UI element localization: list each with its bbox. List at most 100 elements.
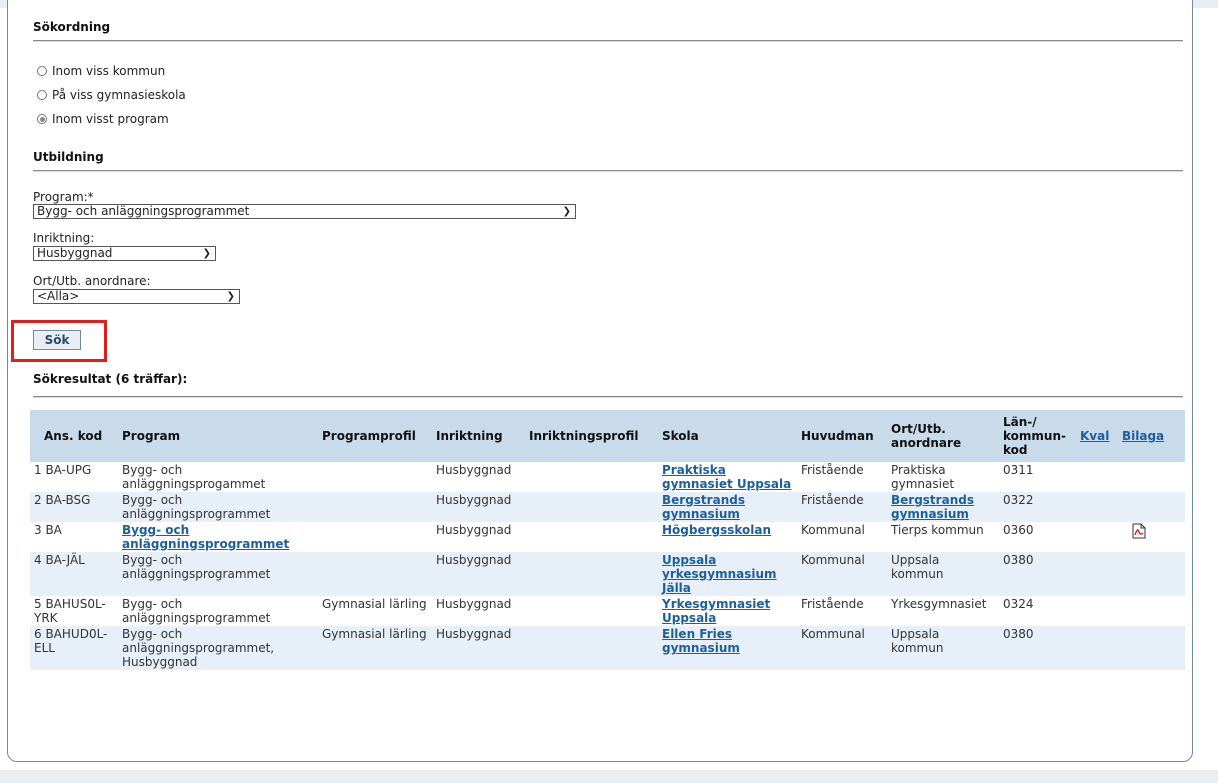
header-inriktning: Inriktning	[432, 410, 525, 462]
radio-button-checked[interactable]	[37, 114, 47, 124]
cell-bilaga[interactable]	[1118, 522, 1185, 552]
radio-button[interactable]	[37, 66, 47, 76]
radio-label: På viss gymnasieskola	[52, 88, 186, 102]
chevron-down-icon: ❯	[226, 291, 235, 302]
cell-huvudman: Kommunal	[797, 626, 887, 670]
header-ans-kod: Ans. kod	[30, 410, 118, 462]
cell-inriktningsprofil	[525, 492, 658, 522]
program-select[interactable]: Bygg- och anläggningsprogrammet ❯	[33, 204, 576, 219]
cell-programprofil	[318, 462, 432, 492]
table-header-row: Ans. kod Program Programprofil Inriktnin…	[30, 410, 1185, 462]
header-inriktningsprofil: Inriktningsprofil	[525, 410, 658, 462]
cell-inriktningsprofil	[525, 596, 658, 626]
cell-program: Bygg- och anläggningsprogrammet	[118, 492, 318, 522]
cell-skola-link[interactable]: Praktiska gymnasiet Uppsala	[662, 463, 791, 491]
cell-ans-kod: 6 BAHUD0L-ELL	[30, 626, 118, 670]
header-bilaga[interactable]: Bilaga	[1118, 410, 1185, 462]
results-table: Ans. kod Program Programprofil Inriktnin…	[30, 410, 1185, 670]
chevron-down-icon: ❯	[562, 206, 571, 217]
cell-ans-kod: 2 BA-BSG	[30, 492, 118, 522]
radio-button[interactable]	[37, 90, 47, 100]
education-section-title: Utbildning	[33, 150, 104, 164]
radio-pa-viss-gymnasieskola[interactable]: På viss gymnasieskola	[37, 88, 186, 102]
cell-ans-kod: 5 BAHUS0L-YRK	[30, 596, 118, 626]
cell-skola[interactable]: Yrkesgymnasiet Uppsala	[658, 596, 797, 626]
cell-skola-link[interactable]: Uppsala yrkesgymnasium Jälla	[662, 553, 777, 595]
cell-program: Bygg- och anläggningsprogrammet	[118, 552, 318, 596]
cell-skola-link[interactable]: Yrkesgymnasiet Uppsala	[662, 597, 770, 625]
table-row: 4 BA-JÄL Bygg- och anläggningsprogrammet H…	[30, 552, 1185, 596]
cell-inriktningsprofil	[525, 552, 658, 596]
cell-program: Bygg- och anläggningsprogrammet, Husbygg…	[118, 626, 318, 670]
cell-ort-link[interactable]: Bergstrands gymnasium	[891, 493, 974, 521]
radio-inom-visst-program[interactable]: Inom visst program	[37, 112, 169, 126]
radio-label: Inom viss kommun	[52, 64, 166, 78]
cell-kval	[1076, 552, 1118, 596]
cell-huvudman: Kommunal	[797, 552, 887, 596]
inriktning-label: Inriktning:	[33, 231, 95, 245]
cell-skola[interactable]: Högbergsskolan	[658, 522, 797, 552]
cell-skola[interactable]: Praktiska gymnasiet Uppsala	[658, 462, 797, 492]
cell-ort: Praktiska gymnasiet	[887, 462, 999, 492]
chevron-down-icon: ❯	[202, 248, 211, 259]
cell-programprofil	[318, 522, 432, 552]
cell-kval	[1076, 596, 1118, 626]
cell-skola-link[interactable]: Bergstrands gymnasium	[662, 493, 745, 521]
header-lan: Län-/ kommun- kod	[999, 410, 1076, 462]
header-programprofil: Programprofil	[318, 410, 432, 462]
cell-skola[interactable]: Ellen Fries gymnasium	[658, 626, 797, 670]
cell-lan: 0360	[999, 522, 1076, 552]
radio-label: Inom visst program	[52, 112, 169, 126]
cell-program: Bygg- och anläggningsprogrammet	[118, 596, 318, 626]
search-button[interactable]: Sök	[33, 330, 81, 350]
table-row: 3 BA Bygg- och anläggningsprogrammet Husby…	[30, 522, 1185, 552]
radio-inom-viss-kommun[interactable]: Inom viss kommun	[37, 64, 165, 78]
cell-ort[interactable]: Bergstrands gymnasium	[887, 492, 999, 522]
cell-bilaga	[1118, 492, 1185, 522]
cell-programprofil: Gymnasial lärling	[318, 596, 432, 626]
cell-ort: Tierps kommun	[887, 522, 999, 552]
header-kval[interactable]: Kval	[1076, 410, 1118, 462]
cell-skola-link[interactable]: Högbergsskolan	[662, 523, 771, 537]
cell-ans-kod: 4 BA-JÄL	[30, 552, 118, 596]
cell-ans-kod: 1 BA-UPG	[30, 462, 118, 492]
cell-bilaga	[1118, 552, 1185, 596]
bottom-background	[0, 770, 1218, 783]
kval-link[interactable]: Kval	[1080, 429, 1109, 443]
results-title: Sökresultat (6 träffar):	[33, 372, 188, 386]
header-ort: Ort/Utb. anordnare	[887, 410, 999, 462]
ort-label: Ort/Utb. anordnare:	[33, 274, 151, 288]
table-row: 1 BA-UPG Bygg- och anläggningsprogammet Hu…	[30, 462, 1185, 492]
cell-lan: 0322	[999, 492, 1076, 522]
divider	[33, 40, 1183, 42]
cell-program-link[interactable]: Bygg- och anläggningsprogrammet	[122, 523, 289, 551]
inriktning-select-value: Husbyggnad	[37, 246, 113, 260]
table-row: 6 BAHUD0L-ELL Bygg- och anläggningsprogra…	[30, 626, 1185, 670]
divider	[33, 396, 1183, 398]
cell-ort: Uppsala kommun	[887, 626, 999, 670]
inriktning-select[interactable]: Husbyggnad ❯	[33, 246, 216, 261]
cell-bilaga	[1118, 596, 1185, 626]
cell-kval	[1076, 462, 1118, 492]
cell-skola[interactable]: Bergstrands gymnasium	[658, 492, 797, 522]
cell-lan: 0324	[999, 596, 1076, 626]
cell-program[interactable]: Bygg- och anläggningsprogrammet	[118, 522, 318, 552]
cell-kval	[1076, 522, 1118, 552]
results-body: 1 BA-UPG Bygg- och anläggningsprogammet Hu…	[30, 462, 1185, 670]
cell-lan: 0380	[999, 552, 1076, 596]
cell-inriktningsprofil	[525, 626, 658, 670]
ort-select[interactable]: <Alla> ❯	[33, 289, 240, 304]
cell-kval	[1076, 492, 1118, 522]
cell-ort: Yrkesgymnasiet	[887, 596, 999, 626]
ort-select-value: <Alla>	[37, 289, 80, 303]
cell-inriktning: Husbyggnad	[432, 626, 525, 670]
cell-skola-link[interactable]: Ellen Fries gymnasium	[662, 627, 740, 655]
pdf-icon[interactable]	[1132, 523, 1146, 539]
cell-inriktning: Husbyggnad	[432, 596, 525, 626]
header-program: Program	[118, 410, 318, 462]
cell-inriktning: Husbyggnad	[432, 522, 525, 552]
bilaga-link[interactable]: Bilaga	[1122, 429, 1164, 443]
cell-inriktningsprofil	[525, 462, 658, 492]
sort-section-title: Sökordning	[33, 20, 111, 34]
cell-skola[interactable]: Uppsala yrkesgymnasium Jälla	[658, 552, 797, 596]
